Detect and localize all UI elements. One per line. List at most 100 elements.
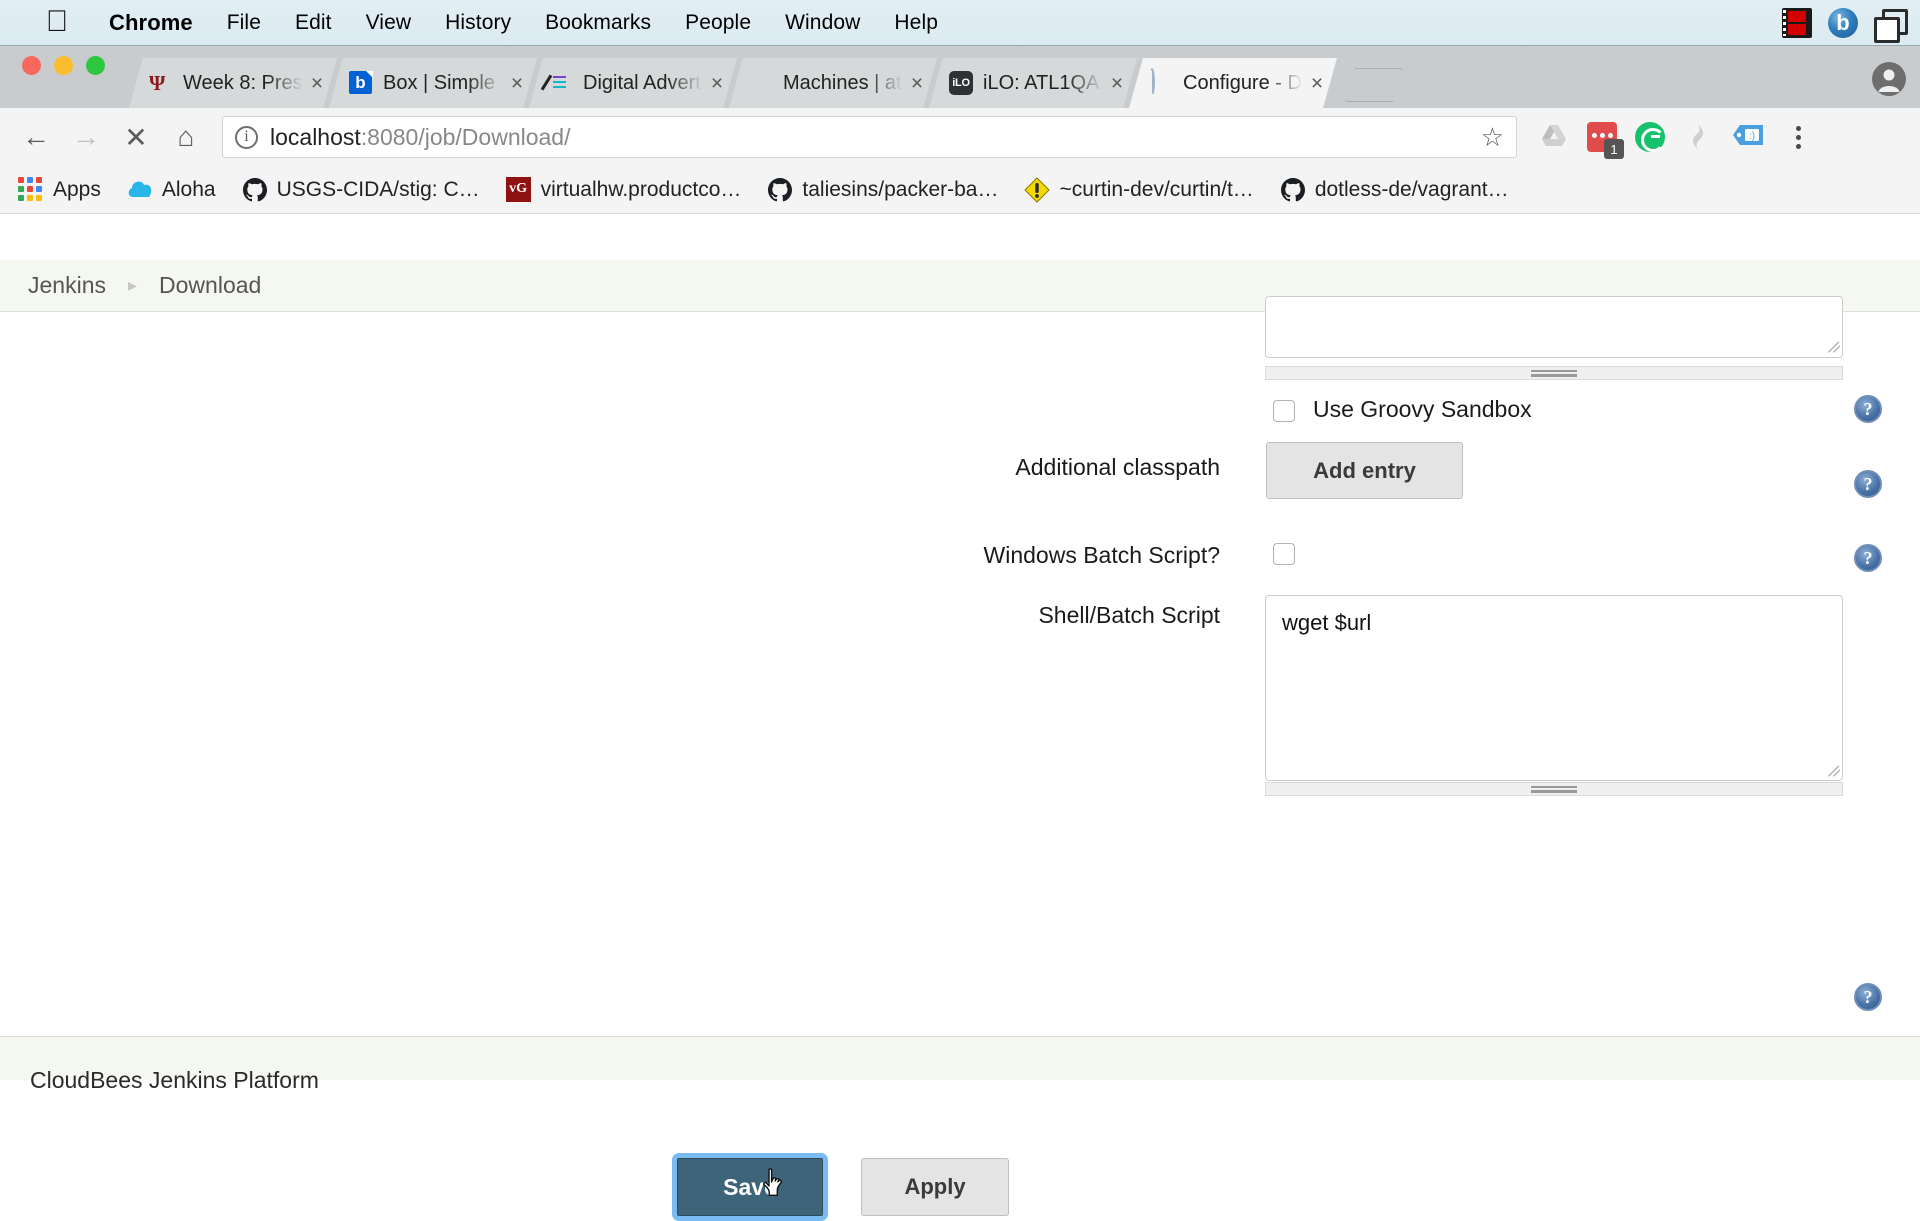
google-drive-icon[interactable]: [1539, 122, 1569, 152]
new-tab-button[interactable]: [1345, 68, 1403, 102]
bookmark-label: Apps: [53, 178, 101, 202]
indiana-university-icon: Ψ: [149, 71, 173, 95]
configure-form: Use Groovy Sandbox ? Additional classpat…: [0, 312, 1920, 1002]
scrollbar-thumb[interactable]: [1531, 370, 1577, 377]
window-switcher-icon[interactable]: [1874, 9, 1902, 37]
beats-audio-icon[interactable]: [1828, 8, 1858, 38]
browser-tab-configure[interactable]: Configure - Do ×: [1129, 58, 1337, 108]
close-tab-icon[interactable]: ×: [1307, 73, 1327, 94]
url-path: :8080/job/Download/: [361, 124, 571, 150]
github-icon: [242, 177, 268, 203]
github-icon: [1280, 177, 1306, 203]
menu-item-edit[interactable]: Edit: [278, 11, 349, 35]
apple-logo-icon[interactable]: : [44, 7, 70, 37]
menu-item-people[interactable]: People: [668, 11, 768, 35]
close-tab-icon[interactable]: ×: [307, 73, 327, 94]
forward-button[interactable]: →: [64, 115, 108, 159]
stop-button[interactable]: ✕: [114, 115, 158, 159]
browser-toolbar: ← → ✕ ⌂ i localhost:8080/job/Download/ ☆…: [0, 108, 1920, 166]
menu-item-history[interactable]: History: [428, 11, 528, 35]
red-extension-icon[interactable]: 1: [1587, 122, 1617, 152]
close-tab-icon[interactable]: ×: [707, 73, 727, 94]
scrollbar-thumb[interactable]: [1531, 786, 1577, 793]
browser-tab-machines[interactable]: Machines | atl ×: [729, 58, 937, 108]
shell-batch-script-hscrollbar[interactable]: [1265, 782, 1843, 796]
groovy-script-textarea[interactable]: [1265, 296, 1843, 358]
bookmark-virtualhw-productco[interactable]: vG virtualhw.productco…: [506, 177, 742, 203]
groovy-script-hscrollbar[interactable]: [1265, 366, 1843, 380]
extension-icons: 1 :): [1539, 122, 1815, 152]
svg-text::): :): [1749, 131, 1755, 142]
menu-item-help[interactable]: Help: [877, 11, 955, 35]
bookmarks-bar: Apps Aloha USGS-CIDA/stig: C… vG virtual…: [0, 166, 1920, 214]
bookmark-apps[interactable]: Apps: [18, 177, 101, 203]
bookmark-dotless-de-vagrant[interactable]: dotless-de/vagrant…: [1280, 177, 1509, 203]
windows-batch-script-label: Windows Batch Script?: [790, 542, 1220, 569]
film-strip-icon[interactable]: [1782, 8, 1812, 38]
page-footer: CloudBees Jenkins Platform: [0, 1036, 1920, 1080]
jenkins-page: Jenkins ▸ Download Use Groovy Sandbox ? …: [0, 260, 1920, 1080]
window-traffic-lights: [22, 46, 105, 108]
breadcrumb-separator-icon: ▸: [128, 275, 137, 296]
browser-tab-digital-advertising[interactable]: Digital Adverti ×: [529, 58, 737, 108]
menu-item-chrome[interactable]: Chrome: [92, 10, 210, 36]
bookmark-label: Aloha: [162, 178, 216, 202]
groovy-script-resize-handle[interactable]: [1827, 340, 1841, 354]
launchpad-icon: [1024, 177, 1050, 203]
apply-button[interactable]: Apply: [861, 1158, 1009, 1216]
home-button[interactable]: ⌂: [164, 115, 208, 159]
save-button-focus-ring: Save: [672, 1153, 828, 1221]
bookmark-aloha[interactable]: Aloha: [127, 177, 216, 203]
blue-tag-extension-icon[interactable]: :): [1731, 122, 1761, 152]
loading-spinner-icon: [1149, 71, 1173, 95]
chrome-menu-icon[interactable]: [1785, 122, 1811, 152]
tab-title: Week 8: Prese: [183, 72, 303, 95]
close-window-button[interactable]: [22, 56, 41, 75]
browser-tab-ilo[interactable]: iLO iLO: ATL1QA1 ×: [929, 58, 1137, 108]
menu-item-window[interactable]: Window: [768, 11, 877, 35]
url-host: localhost: [270, 124, 361, 150]
menu-item-file[interactable]: File: [210, 11, 278, 35]
bookmark-star-icon[interactable]: ☆: [1481, 122, 1504, 153]
maximize-window-button[interactable]: [86, 56, 105, 75]
save-button[interactable]: Save: [677, 1158, 823, 1216]
bookmark-taliesins-packer-ba[interactable]: taliesins/packer-ba…: [767, 177, 998, 203]
gray-extension-icon[interactable]: [1683, 122, 1713, 152]
bookmark-usgs-cida-stig[interactable]: USGS-CIDA/stig: C…: [242, 177, 480, 203]
help-icon-windows-batch-script[interactable]: ?: [1854, 544, 1882, 572]
box-icon: b: [349, 71, 373, 95]
help-icon-groovy-sandbox[interactable]: ?: [1854, 395, 1882, 423]
browser-tab-box[interactable]: b Box | Simple C ×: [329, 58, 537, 108]
bookmark-label: USGS-CIDA/stig: C…: [277, 178, 480, 202]
minimize-window-button[interactable]: [54, 56, 73, 75]
use-groovy-sandbox-checkbox[interactable]: [1273, 400, 1295, 422]
grammarly-icon[interactable]: [1635, 122, 1665, 152]
breadcrumb-jenkins[interactable]: Jenkins: [28, 272, 106, 299]
help-icon-shell-batch-script[interactable]: ?: [1854, 983, 1882, 1011]
tab-title: iLO: ATL1QA1: [983, 72, 1103, 95]
shell-batch-script-label: Shell/Batch Script: [790, 602, 1220, 629]
close-tab-icon[interactable]: ×: [507, 73, 527, 94]
additional-classpath-label: Additional classpath: [790, 454, 1220, 481]
browser-tab-week8[interactable]: Ψ Week 8: Prese ×: [129, 58, 337, 108]
menu-item-view[interactable]: View: [349, 11, 429, 35]
shell-batch-script-resize-handle[interactable]: [1827, 764, 1841, 778]
profile-avatar[interactable]: [1872, 62, 1906, 96]
windows-batch-script-checkbox[interactable]: [1273, 543, 1295, 565]
menu-item-bookmarks[interactable]: Bookmarks: [528, 11, 668, 35]
shell-batch-script-textarea[interactable]: wget $url: [1265, 595, 1843, 781]
close-tab-icon[interactable]: ×: [907, 73, 927, 94]
chrome-browser-window: Ψ Week 8: Prese × b Box | Simple C × Dig…: [0, 46, 1920, 1080]
breadcrumb-download[interactable]: Download: [159, 272, 261, 299]
close-tab-icon[interactable]: ×: [1107, 73, 1127, 94]
menu-bar-tray: [1782, 0, 1902, 46]
address-bar[interactable]: i localhost:8080/job/Download/ ☆: [222, 116, 1517, 158]
bookmark-curtin-dev[interactable]: ~curtin-dev/curtin/t…: [1024, 177, 1253, 203]
apps-grid-icon: [18, 177, 44, 203]
add-entry-button[interactable]: Add entry: [1266, 442, 1463, 499]
info-circle-icon[interactable]: i: [235, 126, 258, 149]
back-button[interactable]: ←: [14, 115, 58, 159]
tab-title: Box | Simple C: [383, 72, 503, 95]
github-icon: [767, 177, 793, 203]
help-icon-additional-classpath[interactable]: ?: [1854, 470, 1882, 498]
